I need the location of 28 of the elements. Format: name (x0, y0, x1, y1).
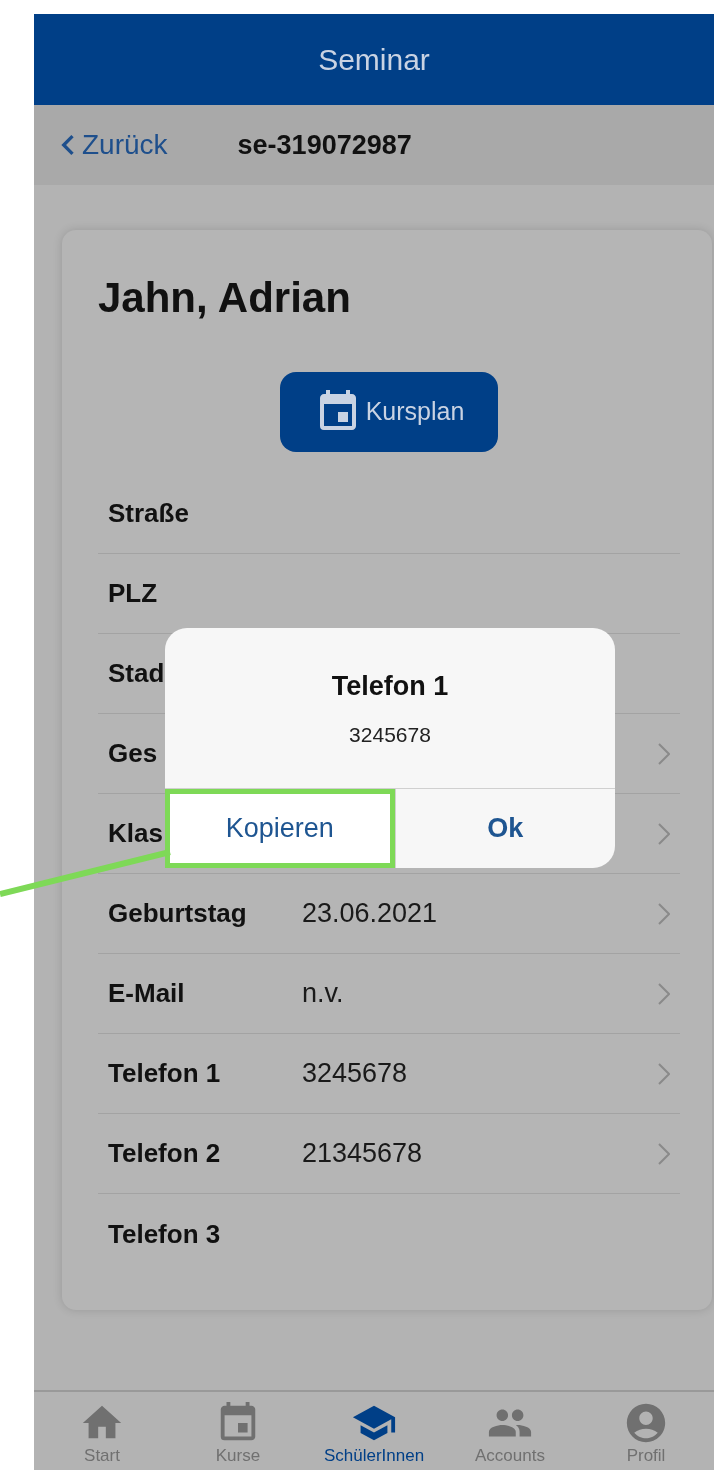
app-title: Seminar (318, 42, 430, 78)
tab[interactable]: Accounts (442, 1392, 578, 1470)
dialog-message: 3245678 (349, 721, 431, 748)
tab[interactable]: SchülerInnen (306, 1392, 442, 1470)
dialog-title: Telefon 1 (331, 670, 449, 703)
field-label: E-Mail (108, 978, 185, 1008)
tab[interactable]: Profil (578, 1392, 714, 1470)
student-name: Jahn, Adrian (98, 273, 352, 323)
schedule-button[interactable]: Kursplan (279, 372, 499, 452)
field-label: Geburtstag (108, 898, 247, 928)
field-value: n.v. (302, 977, 344, 1011)
field-value: 21345678 (302, 1137, 423, 1171)
nav-title: se-319072987 (237, 128, 412, 162)
field-value: 23.06.2021 (302, 897, 438, 931)
field-label: Ges (108, 738, 158, 768)
field-label: Stad (108, 658, 165, 688)
dialog-button[interactable]: Ok (394, 789, 615, 868)
field-label: Klas (108, 818, 163, 848)
dialog-button[interactable]: Kopieren (165, 789, 395, 868)
field-label: Straße (108, 498, 189, 528)
field-label: Telefon 2 (108, 1138, 221, 1168)
tab[interactable]: Kurse (170, 1392, 306, 1470)
tab[interactable]: Start (34, 1392, 170, 1470)
back-button[interactable]: Zurück (48, 124, 168, 166)
field-label: Telefon 3 (108, 1218, 221, 1249)
field-label: Telefon 1 (108, 1058, 221, 1088)
field-label: PLZ (108, 578, 158, 608)
field-value: 3245678 (302, 1057, 408, 1091)
